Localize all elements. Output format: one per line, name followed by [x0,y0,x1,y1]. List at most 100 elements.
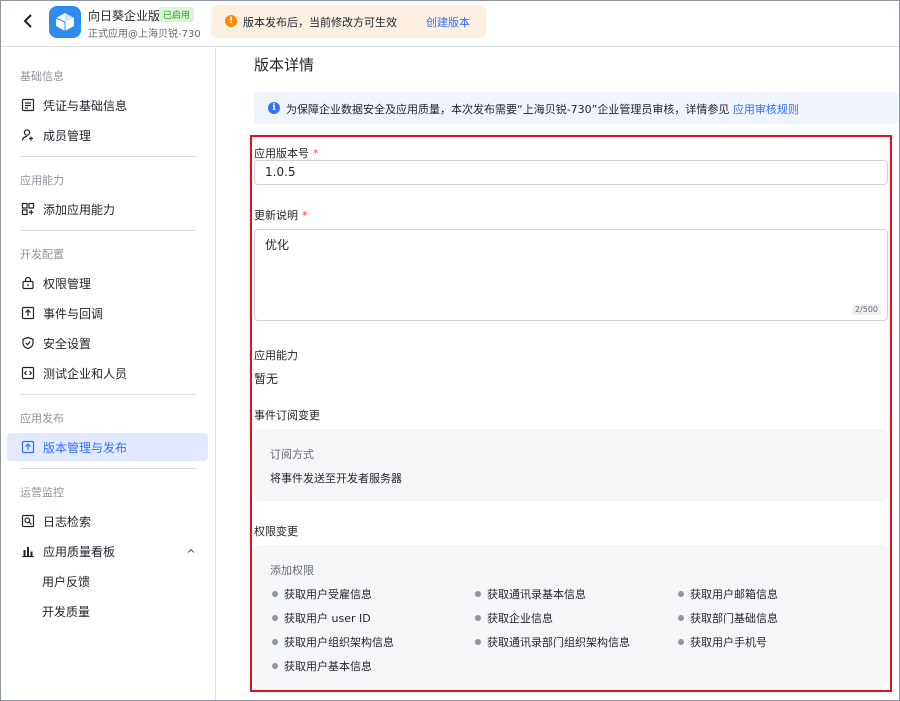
bullet-dot [475,591,481,597]
divider [20,468,196,469]
bullet-dot [678,639,684,645]
bullet-dot [272,591,278,597]
version-input[interactable]: 1.0.5 [254,160,888,185]
top-bar: 向日葵企业版 已启用 正式应用@上海贝锐-730 ! 版本发布后，当前修改方可生… [1,1,899,47]
permission-item: 获取用户 user ID [272,610,371,626]
page-title: 版本详情 [254,56,315,74]
bullet-dot [475,615,481,621]
info-text: 为保障企业数据安全及应用质量，本次发布需要“上海贝锐-730”企业管理员审核，详… [286,101,799,117]
required-mark: * [302,209,308,222]
permission-text: 获取用户手机号 [690,636,767,649]
bullet-dot [475,639,481,645]
capability-value: 暂无 [254,372,279,386]
info-icon: i [268,102,280,114]
chevron-up-icon[interactable] [186,545,196,555]
sidebar-item-label: 应用质量看板 [43,544,116,559]
permission-panel-title: 添加权限 [270,564,314,577]
sidebar-item-label: 凭证与基础信息 [43,98,128,113]
section-title-basic: 基础信息 [20,70,64,83]
sidebar-item-label: 安全设置 [43,336,92,351]
publish-notice: ! 版本发布后，当前修改方可生效 创建版本 [211,5,486,38]
bar-chart-icon [21,544,35,558]
back-arrow-icon[interactable] [19,11,39,31]
sidebar-item-events[interactable]: 事件与回调 [7,299,208,327]
section-title-publish: 应用发布 [20,412,64,425]
capability-label: 应用能力 [254,349,298,362]
section-title-dev-config: 开发配置 [20,248,64,261]
permission-item: 获取通讯录部门组织架构信息 [475,634,630,650]
bullet-dot [272,639,278,645]
sidebar-item-security[interactable]: 安全设置 [7,329,208,357]
bullet-dot [678,615,684,621]
permission-text: 获取用户 user ID [284,612,371,625]
sidebar-item-label: 添加应用能力 [43,202,116,217]
notice-text: 版本发布后，当前修改方可生效 [243,16,397,29]
permission-item: 获取用户手机号 [678,634,767,650]
desc-value: 优化 [265,238,290,252]
event-panel: 订阅方式 将事件发送至开发者服务器 [254,429,888,501]
sidebar-item-label: 日志检索 [43,514,92,529]
sidebar-item-members[interactable]: 成员管理 [7,121,208,149]
code-icon [21,366,35,380]
permission-text: 获取企业信息 [487,612,553,625]
sidebar-item-label: 版本管理与发布 [43,440,128,455]
sidebar-item-label: 测试企业和人员 [43,366,128,381]
create-version-link[interactable]: 创建版本 [426,14,470,30]
warning-icon: ! [225,15,237,27]
permission-item: 获取用户组织架构信息 [272,634,394,650]
upload-icon [21,440,35,454]
permission-item: 获取用户受雇信息 [272,586,372,602]
permission-item: 获取部门基础信息 [678,610,778,626]
section-title-capability: 应用能力 [20,174,64,187]
divider [20,230,196,231]
event-panel-value: 将事件发送至开发者服务器 [270,472,402,485]
grid-add-icon [21,202,35,216]
divider [20,394,196,395]
event-icon [21,306,35,320]
permission-text: 获取部门基础信息 [690,612,778,625]
permission-text: 获取通讯录部门组织架构信息 [487,636,630,649]
sidebar-item-label: 事件与回调 [43,306,104,321]
sidebar-item-label: 成员管理 [43,128,92,143]
desc-label: 更新说明 * [254,207,308,223]
required-mark: * [313,147,319,160]
sidebar-item-quality-board[interactable]: 应用质量看板 [7,537,208,565]
permission-label: 权限变更 [254,525,298,538]
status-badge: 已启用 [159,7,195,22]
permission-item: 获取通讯录基本信息 [475,586,586,602]
app-logo-icon [49,6,81,38]
section-title-ops: 运营监控 [20,486,64,499]
search-log-icon [21,514,35,528]
permission-item: 获取企业信息 [475,610,553,626]
event-label: 事件订阅变更 [254,409,320,422]
info-message: 为保障企业数据安全及应用质量，本次发布需要“上海贝锐-730”企业管理员审核，详… [286,103,730,116]
review-rules-link[interactable]: 应用审核规则 [733,103,799,116]
sidebar: 基础信息 凭证与基础信息 成员管理 应用能力 添加应用能力 开发配置 权限管理 … [1,48,216,700]
permission-item: 获取用户基本信息 [272,658,372,674]
sidebar-item-dev-quality[interactable]: 开发质量 [7,597,208,625]
divider [20,156,196,157]
app-name: 向日葵企业版 [88,9,161,23]
sidebar-item-credentials[interactable]: 凭证与基础信息 [7,91,208,119]
update-description-textarea[interactable]: 优化 2/500 [254,229,888,321]
permission-text: 获取用户基本信息 [284,660,372,673]
permission-text: 获取用户邮箱信息 [690,588,778,601]
sidebar-item-label: 权限管理 [43,276,92,291]
sidebar-item-version-publish[interactable]: 版本管理与发布 [7,433,208,461]
permission-text: 获取用户受雇信息 [284,588,372,601]
sidebar-item-user-feedback[interactable]: 用户反馈 [7,567,208,595]
sidebar-item-label: 用户反馈 [42,574,91,589]
sidebar-item-test-enterprise[interactable]: 测试企业和人员 [7,359,208,387]
lock-icon [21,276,35,290]
permission-item: 获取用户邮箱信息 [678,586,778,602]
info-banner: i 为保障企业数据安全及应用质量，本次发布需要“上海贝锐-730”企业管理员审核… [254,92,899,124]
permission-text: 获取通讯录基本信息 [487,588,586,601]
permission-panel: 添加权限 获取用户受雇信息 获取通讯录基本信息 获取用户邮箱信息 获取用户 us… [254,545,888,688]
sidebar-item-permissions[interactable]: 权限管理 [7,269,208,297]
app-subtitle: 正式应用@上海贝锐-730 [88,29,201,40]
document-icon [21,98,35,112]
sidebar-item-add-capability[interactable]: 添加应用能力 [7,195,208,223]
desc-label-text: 更新说明 [254,209,298,222]
sidebar-item-log-search[interactable]: 日志检索 [7,507,208,535]
bullet-dot [272,615,278,621]
